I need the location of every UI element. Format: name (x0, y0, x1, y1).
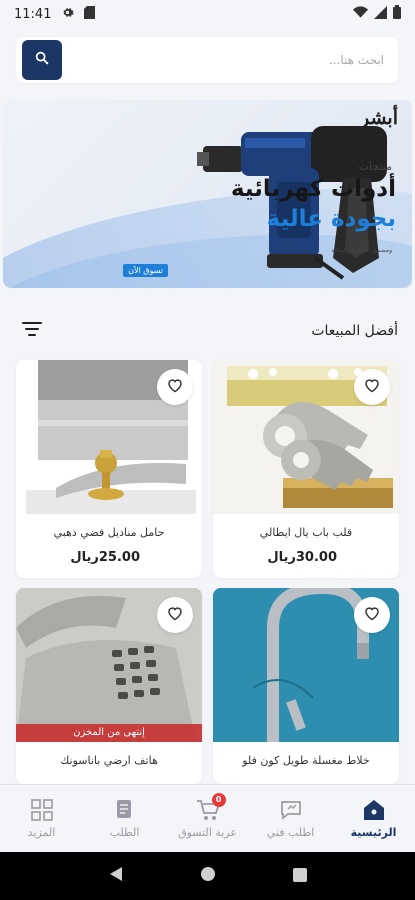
nav-item-cart[interactable]: 0 عربة التسوق (168, 793, 248, 839)
nav-item-more[interactable]: المزيد (2, 798, 82, 839)
status-time: 11:41 (14, 6, 52, 22)
product-name: قلب باب يال ايطالي (259, 526, 353, 539)
product-name: حامل مناديل فضي ذهبي (53, 526, 165, 539)
back-icon[interactable] (109, 866, 123, 886)
banner-headline: أدوات كهربائية (230, 176, 396, 202)
cart-badge: 0 (211, 793, 226, 807)
best-sellers-header: أفضل المبيعات (16, 318, 398, 344)
heart-icon (167, 606, 183, 625)
banner-tagline: بجودة عالية (266, 206, 396, 232)
recents-icon[interactable] (292, 867, 307, 886)
product-card[interactable]: قلب باب يال ايطالي 30.00ريال (213, 360, 399, 578)
product-card[interactable]: إنتهى من المخزن هاتف ارضي باناسونك (16, 588, 202, 784)
heart-icon (364, 378, 380, 397)
search-button[interactable] (22, 40, 62, 80)
nav-label: الطلب (109, 826, 140, 839)
out-of-stock-badge: إنتهى من المخزن (16, 724, 202, 742)
nav-item-home[interactable]: الرئيسية (334, 798, 414, 839)
section-title: أفضل المبيعات (311, 323, 398, 339)
nav-label: عربة التسوق (178, 826, 237, 839)
product-price: 30.00ريال (267, 550, 337, 565)
filter-icon (22, 321, 42, 341)
product-name: هاتف ارضي باناسونك (60, 754, 158, 767)
system-nav-bar (0, 852, 415, 900)
product-image-tissue-holder (16, 360, 202, 514)
banner-subtitle: منتجات (358, 160, 392, 173)
nav-label: الرئيسية (350, 826, 397, 839)
battery-icon (393, 5, 401, 23)
search-icon (34, 50, 50, 70)
product-image-keys (213, 360, 399, 514)
home-icon (361, 798, 387, 822)
status-bar: 11:41 (0, 0, 415, 28)
nav-label: اطلب فني (266, 826, 315, 839)
banner-shop-button[interactable]: تسوق الآن (123, 264, 168, 277)
favorite-button[interactable] (157, 597, 193, 633)
favorite-button[interactable] (157, 369, 193, 405)
signal-icon (374, 5, 387, 23)
nav-label: المزيد (27, 826, 56, 839)
cart-icon: 0 (195, 793, 226, 822)
nav-item-orders[interactable]: الطلب (85, 798, 165, 839)
favorite-button[interactable] (354, 369, 390, 405)
home-button-icon[interactable] (200, 866, 216, 886)
sim-icon (84, 5, 96, 23)
product-price: 25.00ريال (70, 550, 140, 565)
search-bar (16, 37, 398, 83)
product-image-phone: إنتهى من المخزن (16, 588, 202, 742)
bottom-nav: المزيد الطلب 0 عربة التسوق اطلب فني الرئ… (0, 784, 415, 852)
chat-icon (278, 798, 304, 822)
nav-item-request-technician[interactable]: اطلب فني (251, 798, 331, 839)
product-card[interactable]: خلاط مغسلة طويل كون فلو (213, 588, 399, 784)
heart-icon (364, 606, 380, 625)
favorite-button[interactable] (354, 597, 390, 633)
search-input[interactable] (62, 37, 398, 83)
product-image-faucet (213, 588, 399, 742)
product-card[interactable]: حامل مناديل فضي ذهبي 25.00ريال (16, 360, 202, 578)
settings-icon (61, 6, 75, 23)
wifi-icon (353, 6, 368, 22)
filter-button[interactable] (20, 319, 44, 343)
product-name: خلاط مغسلة طويل كون فلو (242, 754, 370, 767)
heart-icon (167, 378, 183, 397)
more-icon (29, 798, 55, 822)
banner-small-text: ومضمون الجودة والمتانة (331, 247, 392, 254)
promo-banner[interactable]: أبشر بي منتجات أدوات كهربائية بجودة عالي… (3, 100, 412, 288)
order-icon (112, 798, 138, 822)
